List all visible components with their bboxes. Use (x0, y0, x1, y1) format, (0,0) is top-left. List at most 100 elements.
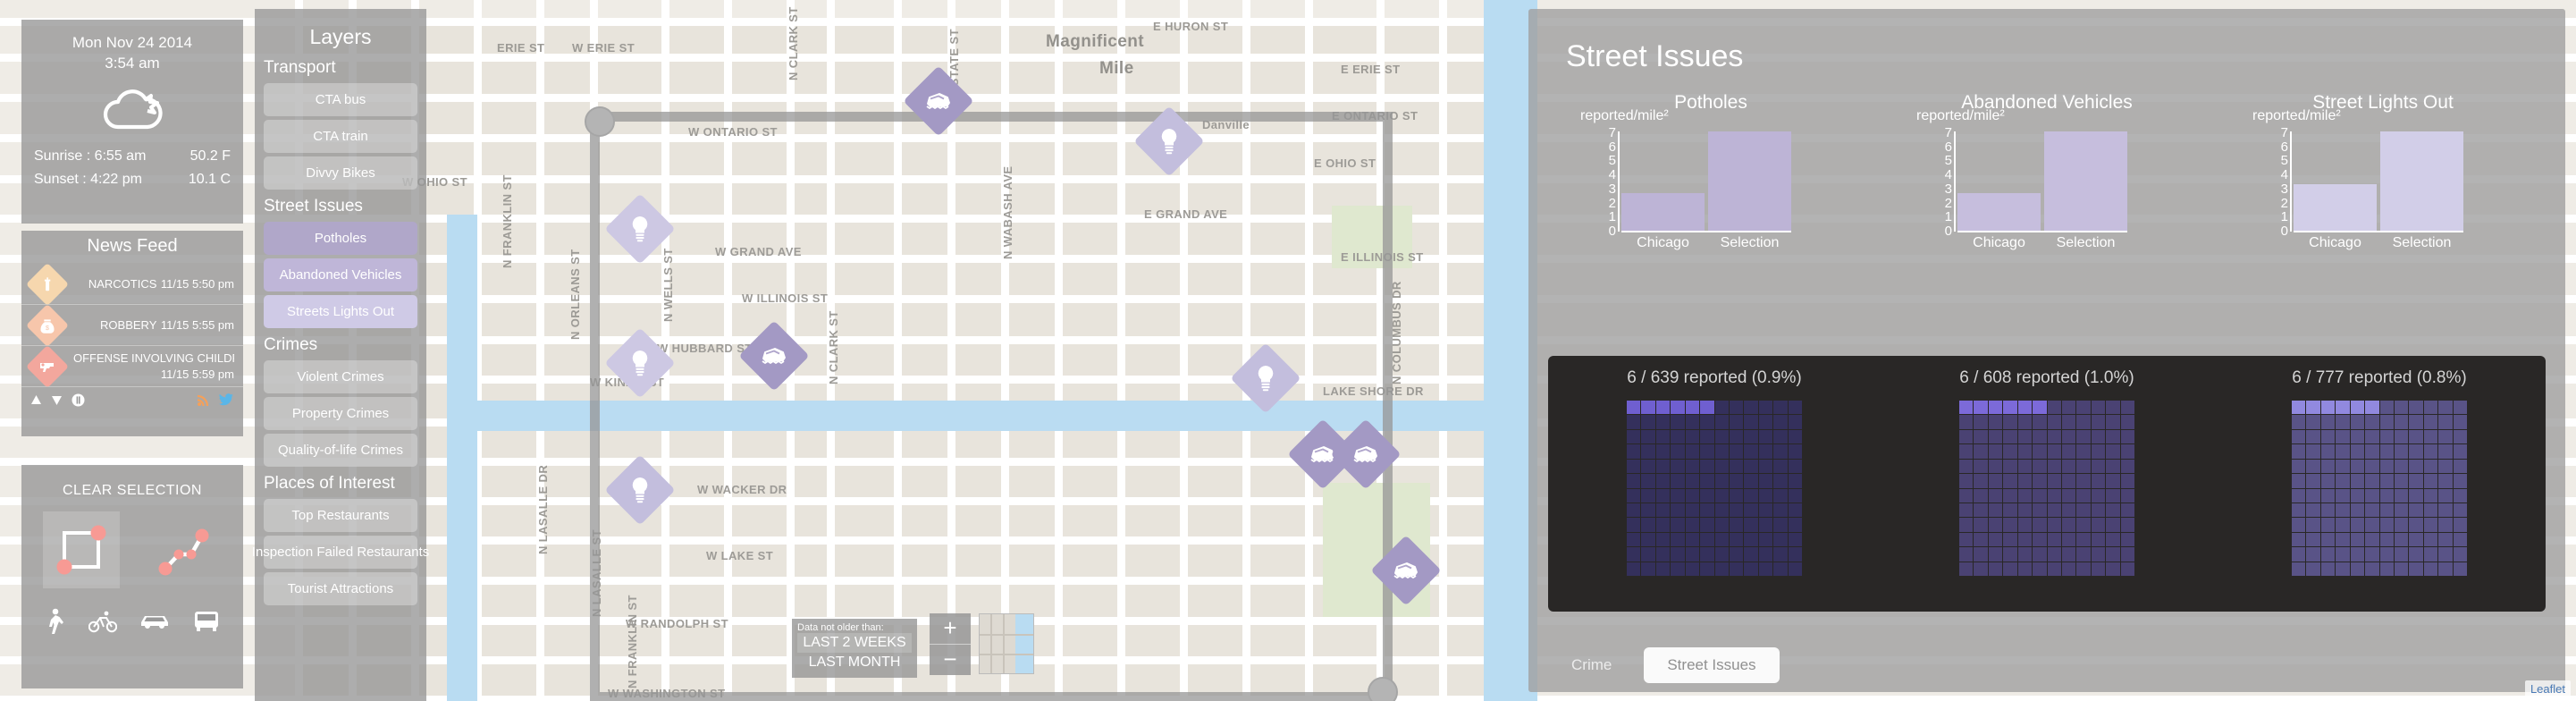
waffle-cell (1744, 429, 1758, 444)
layer-toggle-top-restaurants[interactable]: Top Restaurants (264, 499, 417, 532)
waffle-cell (2409, 532, 2423, 547)
layer-toggle-violent-crimes[interactable]: Violent Crimes (264, 360, 417, 393)
waffle-cell (1685, 429, 1700, 444)
layers-list[interactable]: Transport CTA bus CTA train Divvy Bikes … (252, 55, 429, 605)
waffle-cell (1700, 562, 1714, 576)
waffle-cell (2061, 562, 2076, 576)
waffle-cell (1700, 532, 1714, 547)
waffle-cell (2292, 474, 2306, 488)
waffle-cell (2409, 547, 2423, 562)
data-age-option[interactable]: LAST MONTH (797, 653, 912, 672)
y-tick-label: 1 (1608, 209, 1616, 225)
dashboard-tabs[interactable]: Crime Street Issues (1548, 647, 1780, 683)
waffle-cell (2033, 562, 2047, 576)
selection-handle-bottom-right[interactable] (1368, 677, 1398, 701)
data-age-control[interactable]: Data not older than: LAST 2 WEEKS LAST M… (792, 619, 917, 678)
twitter-icon[interactable] (219, 393, 234, 411)
y-tick-label: 0 (2280, 223, 2288, 239)
waffle-cell (2106, 415, 2120, 429)
y-tick-label: 7 (1944, 125, 1952, 140)
waffle-cell (2120, 459, 2134, 474)
bicycle-icon[interactable] (88, 610, 117, 638)
news-feed-item[interactable]: $ ROBBERY 11/15 5:55 pm (21, 303, 243, 347)
map-zoom-control[interactable]: + − (930, 613, 971, 675)
waffle-cell (1685, 444, 1700, 459)
layer-toggle-property-crimes[interactable]: Property Crimes (264, 397, 417, 430)
layer-toggle-cta-train[interactable]: CTA train (264, 120, 417, 153)
layer-toggle-streets-lights-out[interactable]: Streets Lights Out (264, 295, 417, 328)
minimap-water (1015, 614, 1033, 673)
waffle-cell (1744, 444, 1758, 459)
clear-selection-button[interactable]: CLEAR SELECTION (21, 465, 243, 511)
waffle-cell (2003, 488, 2017, 503)
layer-toggle-divvy-bikes[interactable]: Divvy Bikes (264, 156, 417, 190)
data-age-option[interactable]: LAST 2 WEEKS (797, 633, 912, 653)
rectangle-select-tool[interactable] (43, 511, 120, 588)
layer-toggle-inspection-failed-restaurants[interactable]: Inspection Failed Restaurants (252, 536, 429, 569)
waffle-cell (1773, 518, 1788, 532)
waffle-cell (2033, 444, 2047, 459)
layer-toggle-quality-of-life-crimes[interactable]: Quality-of-life Crimes (264, 434, 417, 467)
news-feed-item[interactable]: OFFENSE INVOLVING CHILDREN 11/15 5:59 pm (21, 344, 243, 388)
news-feed-list[interactable]: NARCOTICS 11/15 5:50 pm $ ROBBERY 11/15 … (21, 262, 243, 388)
waffle-cell (2394, 444, 2409, 459)
layer-toggle-abandoned-vehicles[interactable]: Abandoned Vehicles (264, 258, 417, 291)
layer-toggle-cta-bus[interactable]: CTA bus (264, 83, 417, 116)
waffle-cell (2106, 429, 2120, 444)
news-feed-item[interactable]: NARCOTICS 11/15 5:50 pm (21, 262, 243, 306)
syringe-icon (25, 262, 70, 306)
pedestrian-icon[interactable] (45, 608, 66, 639)
waffle-cell (1974, 488, 1988, 503)
bar-chicago (2294, 184, 2377, 232)
waffle-cell (1758, 429, 1773, 444)
news-item-time: 11/15 5:50 pm (160, 276, 234, 291)
waffle-cell (1671, 401, 1685, 415)
waffle-cell (2423, 488, 2438, 503)
minimap-icon[interactable] (979, 613, 1034, 674)
waffle-cell (2379, 474, 2394, 488)
dashboard-tab-crime[interactable]: Crime (1548, 647, 1635, 683)
car-icon[interactable] (139, 611, 171, 637)
waffle-cell (1700, 488, 1714, 503)
waffle-cell (1729, 518, 1744, 532)
waffle-cell (2106, 401, 2120, 415)
news-feed-toolbar[interactable] (21, 387, 243, 418)
path-select-tool[interactable] (145, 511, 222, 588)
waffle-cell (1729, 415, 1744, 429)
waffle-cell (2320, 518, 2336, 532)
waffle-cell (2061, 503, 2076, 518)
layer-toggle-tourist-attractions[interactable]: Tourist Attractions (264, 572, 417, 605)
y-tick-label: 4 (1944, 167, 1952, 183)
pause-icon[interactable] (72, 393, 85, 411)
waffle-cell (1974, 415, 1988, 429)
leaflet-attribution[interactable]: Leaflet (2524, 680, 2571, 697)
waffle-cell (2120, 444, 2134, 459)
weather-date: Mon Nov 24 2014 (72, 34, 193, 51)
bus-icon[interactable] (193, 610, 220, 638)
zoom-out-button[interactable]: − (930, 645, 971, 675)
waffle-cell (2120, 415, 2134, 429)
layer-group: Street Issues Potholes Abandoned Vehicle… (264, 193, 417, 328)
waffle-cell (1700, 474, 1714, 488)
waffle-cell (2017, 532, 2033, 547)
y-tick-label: 2 (1944, 195, 1952, 211)
sort-down-icon[interactable] (51, 394, 63, 410)
news-feed-widget: News Feed NARCOTICS 11/15 5:50 pm $ ROBB… (21, 231, 243, 436)
layer-toggle-potholes[interactable]: Potholes (264, 222, 417, 255)
sort-up-icon[interactable] (30, 394, 42, 410)
data-age-options[interactable]: LAST 2 WEEKS LAST MONTH (797, 633, 912, 672)
rss-icon[interactable] (197, 393, 210, 411)
waffle-cell (2336, 488, 2350, 503)
selection-handle-top-left[interactable] (585, 106, 615, 137)
waffle-cell (1641, 459, 1655, 474)
waffle-cell (2438, 518, 2453, 532)
waffle-cell (2017, 459, 2033, 474)
dashboard-tab-street-issues[interactable]: Street Issues (1644, 647, 1780, 683)
waffle-cell (2379, 503, 2394, 518)
waffle-cell (2091, 503, 2106, 518)
zoom-in-button[interactable]: + (930, 613, 971, 644)
y-tick-label: 7 (2280, 125, 2288, 140)
waffle-cell (2106, 518, 2120, 532)
waffle-column: 6 / 777 reported (0.8%) (2213, 356, 2546, 612)
waffle-cell (1788, 562, 1802, 576)
